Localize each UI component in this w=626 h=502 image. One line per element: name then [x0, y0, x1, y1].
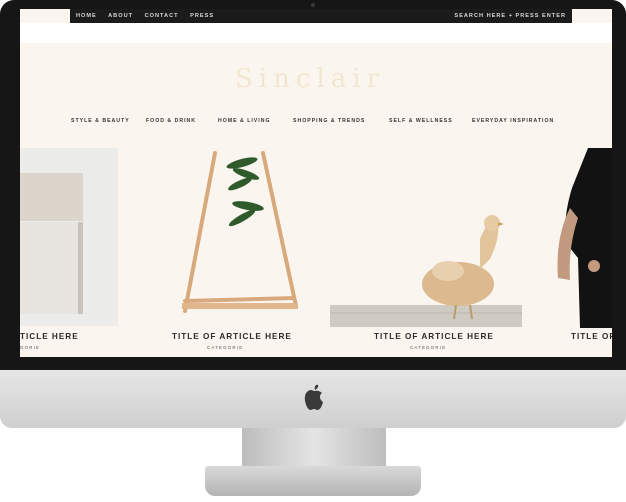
article-image-boxes[interactable]: [20, 148, 118, 326]
category-self-wellness[interactable]: SELF & WELLNESS: [389, 118, 453, 124]
article-title[interactable]: TITLE OF: [571, 332, 612, 341]
nav-contact[interactable]: CONTACT: [145, 13, 179, 19]
monitor-stand-neck: [242, 428, 386, 468]
article-category[interactable]: GORIE: [20, 345, 40, 350]
article-image-chicken[interactable]: [330, 209, 522, 329]
article-image-person[interactable]: [550, 148, 612, 328]
site-logo[interactable]: Sinclair: [210, 64, 410, 94]
top-navigation-bar: HOME ABOUT CONTACT PRESS SEARCH HERE + P…: [70, 9, 572, 23]
top-nav: HOME ABOUT CONTACT PRESS: [76, 13, 223, 19]
nav-home[interactable]: HOME: [76, 13, 97, 19]
search-input[interactable]: SEARCH HERE + PRESS ENTER: [454, 13, 566, 19]
nav-press[interactable]: PRESS: [190, 13, 214, 19]
article-category[interactable]: CATEGORIE: [207, 345, 243, 350]
header-strip: [20, 23, 612, 43]
article-title[interactable]: TITLE OF ARTICLE HERE: [172, 332, 292, 341]
category-food-drink[interactable]: FOOD & DRINK: [146, 118, 196, 124]
article-category[interactable]: CATEGORIE: [410, 345, 446, 350]
category-style-beauty[interactable]: STYLE & BEAUTY: [71, 118, 130, 124]
apple-logo-icon: [304, 384, 323, 410]
article-title[interactable]: TICLE HERE: [20, 332, 79, 341]
article-image-ladder[interactable]: [170, 148, 320, 318]
category-shopping-trends[interactable]: SHOPPING & TRENDS: [293, 118, 365, 124]
monitor-stand-foot: [205, 466, 421, 496]
category-everyday-inspiration[interactable]: EVERYDAY INSPIRATION: [472, 118, 554, 124]
monitor-bezel: HOME ABOUT CONTACT PRESS SEARCH HERE + P…: [0, 0, 626, 370]
category-home-living[interactable]: HOME & LIVING: [218, 118, 270, 124]
category-nav: STYLE & BEAUTY FOOD & DRINK HOME & LIVIN…: [20, 118, 612, 128]
screen: HOME ABOUT CONTACT PRESS SEARCH HERE + P…: [20, 9, 612, 357]
camera: [311, 3, 315, 7]
nav-about[interactable]: ABOUT: [108, 13, 133, 19]
article-title[interactable]: TITLE OF ARTICLE HERE: [374, 332, 494, 341]
